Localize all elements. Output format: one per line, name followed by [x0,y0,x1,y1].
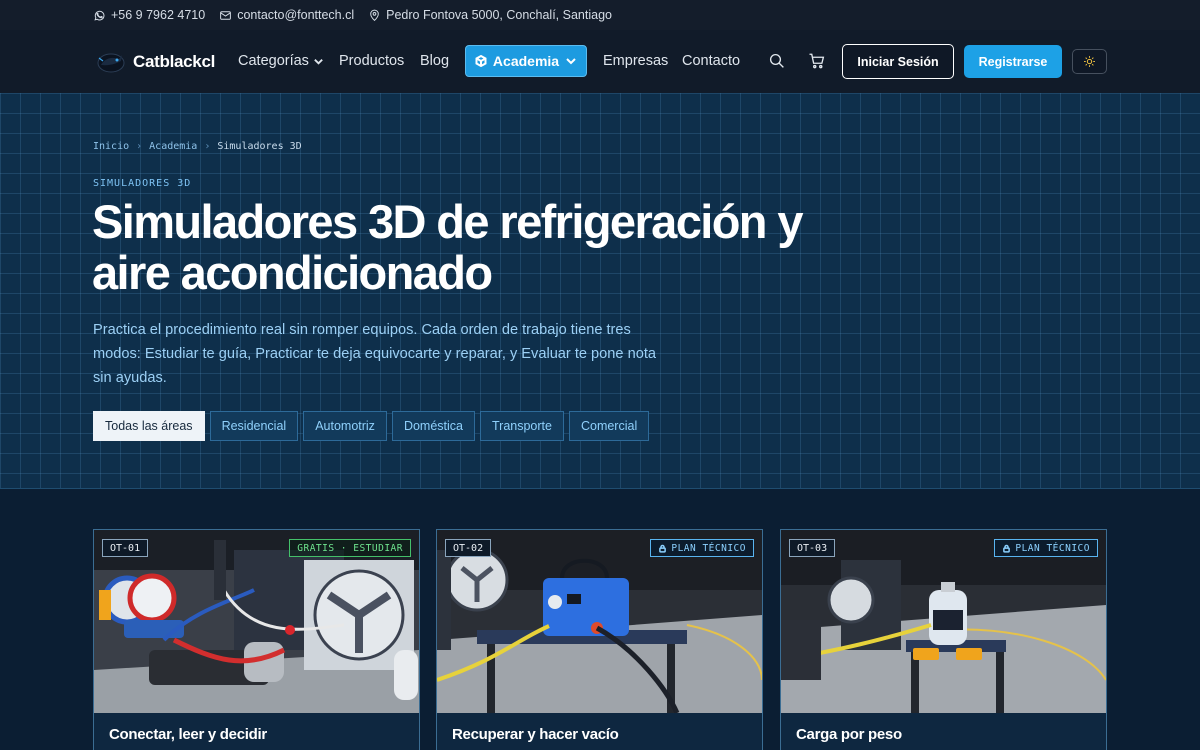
lock-icon [659,544,667,553]
breadcrumb-current: Simuladores 3D [217,141,302,152]
cube-icon [475,55,487,67]
nav-categorias-label: Categorías [238,53,309,69]
search-button[interactable] [768,52,786,70]
simulator-preview-image [781,530,1106,713]
breadcrumb-inicio[interactable]: Inicio [93,141,129,152]
address-text: Pedro Fontova 5000, Conchalí, Santiago [386,8,612,22]
nav-contacto-label: Contacto [682,53,741,69]
address-contact: Pedro Fontova 5000, Conchalí, Santiago [368,8,612,22]
nav-academia-button[interactable]: Academia [465,45,587,77]
chevron-down-icon [314,58,323,65]
breadcrumb: Inicio › Academia › Simuladores 3D [93,141,302,152]
filter-residencial[interactable]: Residencial [209,411,299,441]
top-contact-bar: +56 9 7962 4710 contacto@fonttech.cl Ped… [0,0,1200,30]
work-order-code: OT-03 [789,539,836,557]
work-order-code: OT-02 [445,539,492,557]
card-title: Conectar, leer y decidir [109,726,267,743]
plan-badge: PLAN TÉCNICO [650,539,754,557]
brand-name: Catblackcl [133,52,216,71]
chevron-down-icon [566,58,576,65]
login-button[interactable]: Iniciar Sesión [842,44,954,79]
badge-label: PLAN TÉCNICO [671,542,746,554]
nav-empresas-label: Empresas [603,53,669,69]
location-pin-icon [370,9,379,21]
main-navbar: Catblackcl Categorías Productos Blog Aca… [0,30,1200,93]
filter-todas[interactable]: Todas las áreas [93,411,205,441]
nav-blog-label: Blog [420,53,450,69]
simulator-card-ot03[interactable]: OT-03 PLAN TÉCNICO Carga por peso [780,529,1107,750]
work-order-code: OT-01 [102,539,149,557]
free-badge: GRATIS · ESTUDIAR [289,539,411,557]
phone-contact[interactable]: +56 9 7962 4710 [93,8,205,22]
cart-icon [809,53,825,69]
page-title: Simuladores 3D de refrigeración y aire a… [92,195,804,299]
simulator-preview-image [437,530,762,713]
whatsapp-icon [94,10,105,21]
card-title: Recuperar y hacer vacío [452,726,619,743]
hero-description: Practica el procedimiento real sin rompe… [93,322,656,386]
cart-button[interactable] [808,52,826,70]
sun-icon [1084,56,1095,67]
area-filter-chips: Todas las áreas Residencial Automotriz D… [93,411,650,441]
section-eyebrow: SIMULADORES 3D [93,178,192,189]
nav-empresas[interactable]: Empresas [603,53,668,69]
search-icon [769,53,784,68]
nav-academia-label: Academia [492,53,560,69]
register-button[interactable]: Registrarse [964,45,1062,78]
mail-icon [220,10,232,20]
badge-label: PLAN TÉCNICO [1015,542,1090,554]
breadcrumb-academia[interactable]: Academia [149,141,197,152]
filter-automotriz[interactable]: Automotriz [303,411,387,441]
nav-productos-label: Productos [339,53,405,69]
hero-section: Inicio › Academia › Simuladores 3D SIMUL… [0,93,1200,489]
breadcrumb-separator: › [136,141,143,152]
plan-badge: PLAN TÉCNICO [994,539,1098,557]
filter-transporte[interactable]: Transporte [479,411,564,441]
filter-domestica[interactable]: Doméstica [391,411,475,441]
simulator-card-ot01[interactable]: OT-01 GRATIS · ESTUDIAR Conectar, leer y… [93,529,420,750]
card-title: Carga por peso [796,726,902,743]
email-contact[interactable]: contacto@fonttech.cl [219,8,354,22]
lock-icon [1003,544,1011,553]
email-text: contacto@fonttech.cl [237,8,355,22]
simulator-card-ot02[interactable]: OT-02 PLAN TÉCNICO Recuperar y hacer vac… [436,529,763,750]
simulator-preview-image [94,530,419,713]
cat-logo-icon [97,53,125,73]
nav-categorias[interactable]: Categorías [238,53,324,69]
nav-blog[interactable]: Blog [420,53,449,69]
badge-label: GRATIS · ESTUDIAR [297,542,403,554]
filter-comercial[interactable]: Comercial [568,411,650,441]
brand-logo[interactable]: Catblackcl [95,50,215,74]
phone-text: +56 9 7962 4710 [111,8,206,22]
nav-contacto[interactable]: Contacto [682,53,740,69]
breadcrumb-separator: › [204,141,211,152]
theme-toggle-button[interactable] [1072,49,1107,74]
nav-productos[interactable]: Productos [339,53,404,69]
